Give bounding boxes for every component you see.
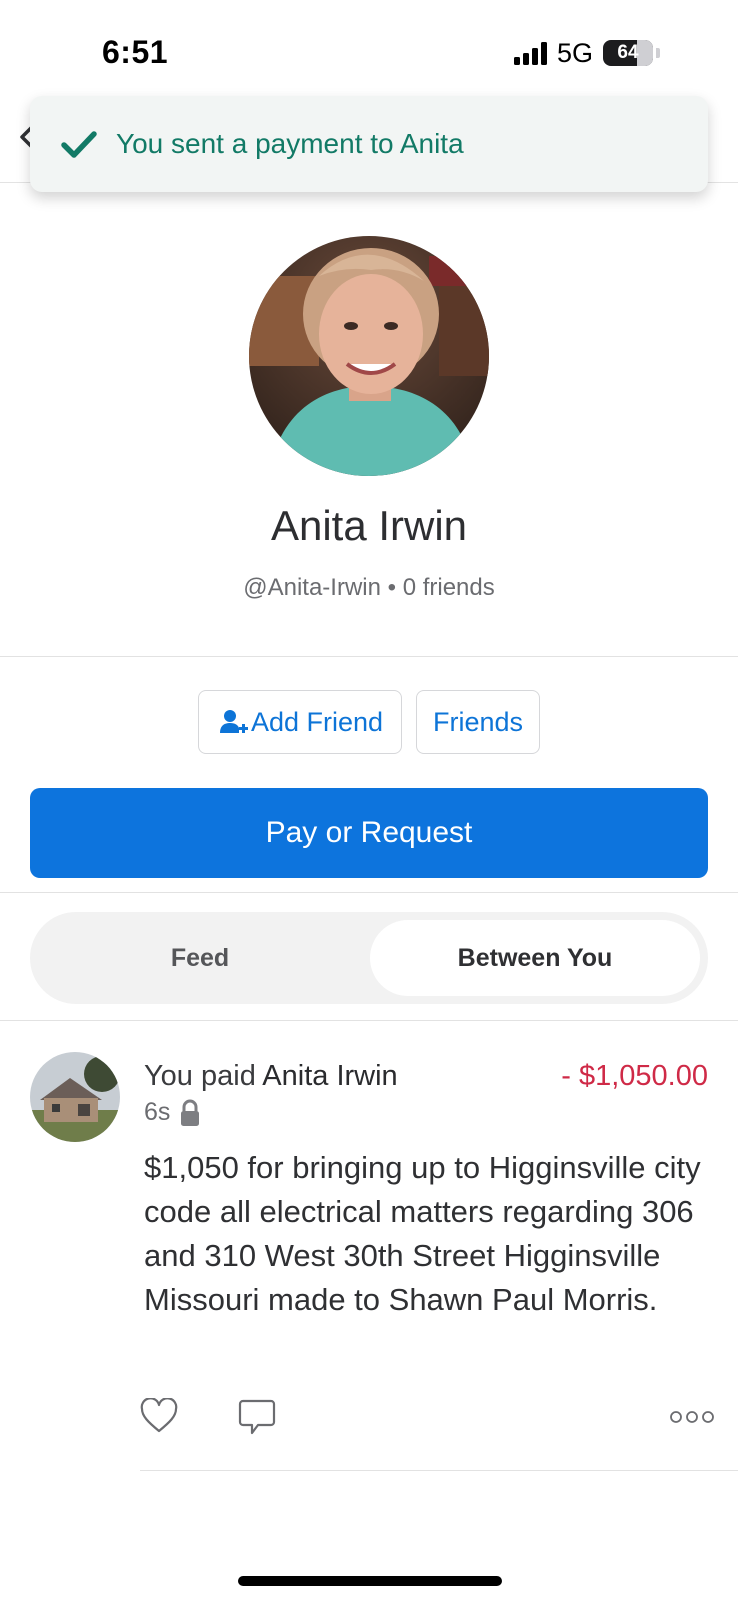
signal-icon — [513, 41, 547, 65]
profile-username-friends: @Anita-Irwin • 0 friends — [243, 574, 495, 601]
add-friend-button[interactable]: Add Friend — [198, 690, 402, 754]
battery-level: 64 — [617, 42, 639, 63]
toast-message: You sent a payment to Anita — [116, 128, 464, 159]
transaction-divider — [140, 1470, 738, 1471]
heart-icon[interactable] — [140, 1398, 178, 1434]
transaction-note: $1,050 for bringing up to Higginsville c… — [144, 1150, 701, 1317]
network-label: 5G — [556, 37, 593, 68]
transaction-actions — [140, 1398, 714, 1438]
status-bar: 6:51 5G 64 — [0, 0, 738, 92]
profile-avatar — [249, 236, 489, 476]
payment-toast[interactable]: You sent a payment to Anita — [30, 96, 708, 192]
home-indicator[interactable] — [238, 1576, 502, 1586]
transaction-avatar[interactable] — [30, 1052, 120, 1142]
friends-label: Friends — [432, 706, 524, 737]
status-time: 6:51 — [102, 34, 169, 70]
more-icon[interactable] — [670, 1410, 714, 1424]
comment-icon[interactable] — [238, 1398, 276, 1436]
profile-name: Anita Irwin — [270, 502, 468, 549]
transaction-time-row: 6s — [144, 1098, 200, 1127]
transaction-time: 6s — [144, 1098, 171, 1126]
feed-tabs: Feed Between You — [30, 912, 708, 1004]
friends-button[interactable]: Friends — [416, 690, 540, 754]
transaction-summary: You paid Anita Irwin — [144, 1060, 398, 1093]
transaction-prefix: You paid — [144, 1060, 256, 1092]
tab-feed[interactable]: Feed — [30, 920, 370, 996]
tabs-divider — [0, 1020, 738, 1021]
add-friend-label: Add Friend — [250, 706, 384, 737]
transaction-recipient[interactable]: Anita Irwin — [262, 1060, 397, 1092]
battery-tip — [656, 48, 660, 58]
pay-or-request-button[interactable]: Pay or Request — [30, 788, 708, 878]
checkmark-icon — [61, 131, 97, 158]
add-person-icon — [219, 710, 248, 733]
pay-or-request-label: Pay or Request — [265, 816, 473, 849]
battery-icon: 64 — [603, 40, 653, 66]
tab-between-you[interactable]: Between You — [370, 920, 700, 996]
profile-divider — [0, 656, 738, 657]
pay-divider — [0, 892, 738, 893]
status-indicators: 5G 64 — [513, 37, 660, 68]
lock-icon — [181, 1099, 200, 1126]
transaction-amount: - $1,050.00 — [561, 1060, 708, 1092]
